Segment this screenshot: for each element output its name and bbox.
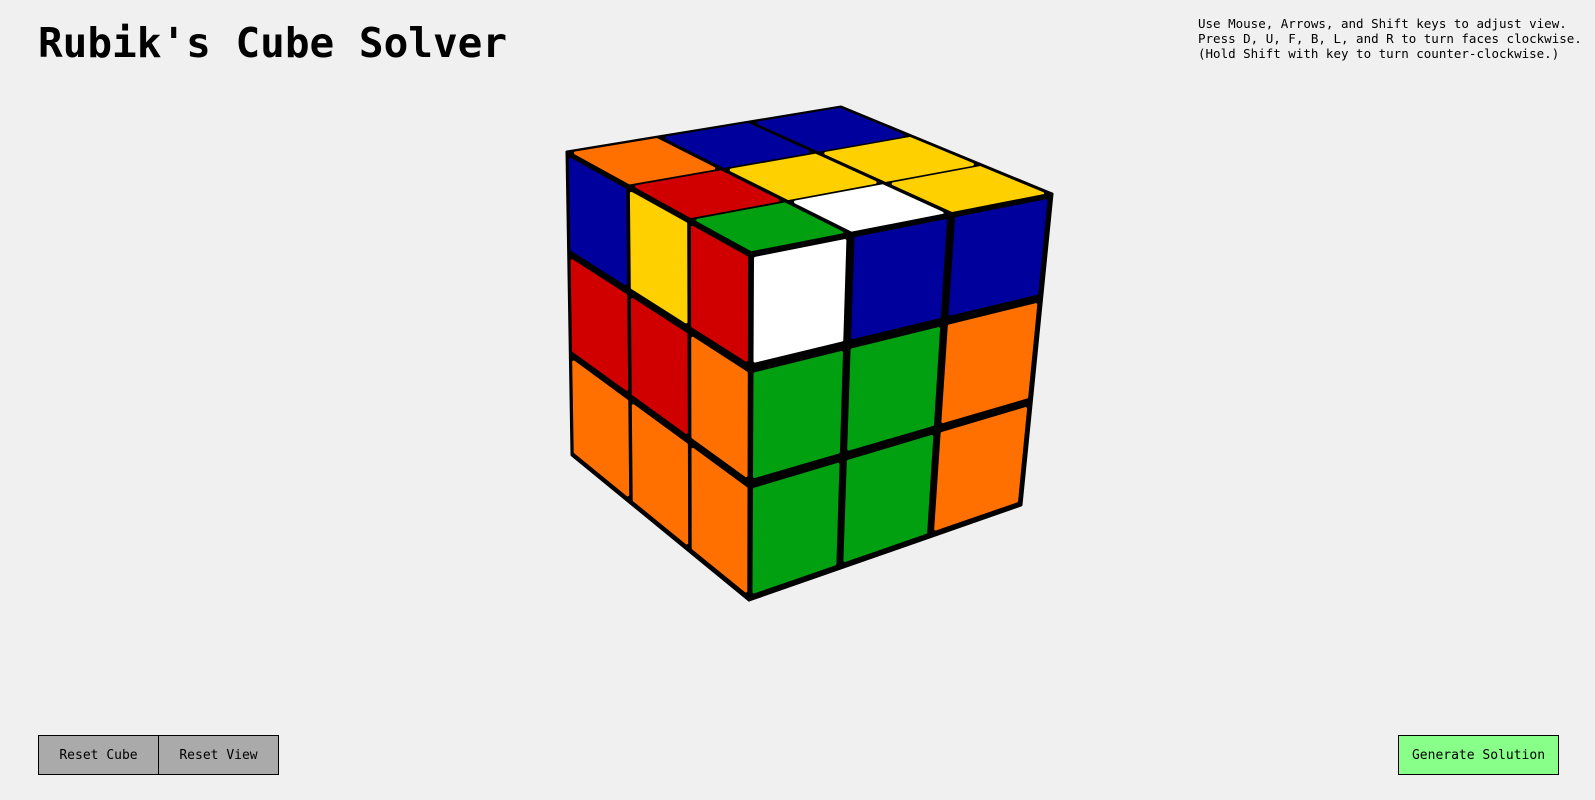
- sticker-front-0-1[interactable]: [851, 219, 947, 340]
- instruction-line-shift: (Hold Shift with key to turn counter-clo…: [1198, 46, 1560, 61]
- instructions-panel: Use Mouse, Arrows, and Shift keys to adj…: [1198, 16, 1582, 61]
- generate-solution-button[interactable]: Generate Solution: [1398, 735, 1559, 775]
- rubiks-cube-view[interactable]: [540, 95, 1080, 615]
- reset-cube-button[interactable]: Reset Cube: [38, 735, 159, 775]
- instruction-line-turn: Press D, U, F, B, L, and R to turn faces…: [1198, 31, 1582, 46]
- sticker-front-0-0[interactable]: [753, 239, 847, 363]
- cube-face-front[interactable]: [747, 192, 1054, 602]
- page-title: Rubik's Cube Solver: [38, 19, 507, 67]
- instruction-line-view: Use Mouse, Arrows, and Shift keys to adj…: [1198, 16, 1567, 31]
- reset-view-button[interactable]: Reset View: [158, 735, 279, 775]
